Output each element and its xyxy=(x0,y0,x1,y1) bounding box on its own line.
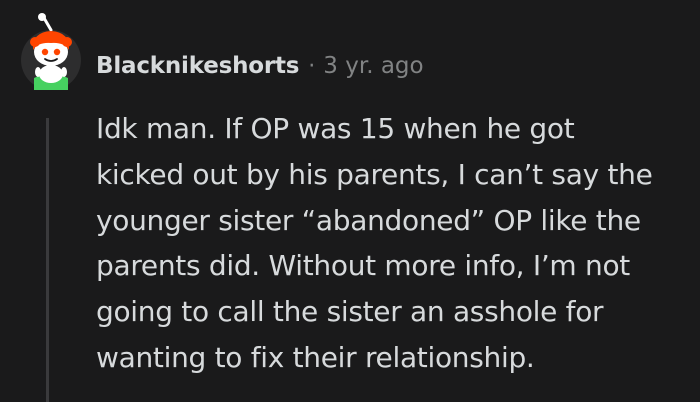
comment-timestamp[interactable]: 3 yr. ago xyxy=(323,53,423,79)
thread-collapse-line[interactable] xyxy=(46,118,49,402)
comment-body-line: going to call the sister an asshole for xyxy=(96,295,604,329)
comment: Blacknikeshorts · 3 yr. ago Idk man. If … xyxy=(0,0,700,402)
comment-body-line: younger sister “abandoned” OP like the xyxy=(96,203,641,237)
meta-separator: · xyxy=(308,53,316,79)
snoo-avatar-icon[interactable] xyxy=(18,12,84,90)
comment-body-line: kicked out by his parents, I can’t say t… xyxy=(96,157,653,191)
comment-meta: Blacknikeshorts · 3 yr. ago xyxy=(96,46,424,86)
comment-body-line: wanting to fix their relationship. xyxy=(96,340,535,374)
username-link[interactable]: Blacknikeshorts xyxy=(96,53,299,79)
comment-body-line: parents did. Without more info, I’m not xyxy=(96,249,630,283)
comment-body: Idk man. If OP was 15 when he got kicked… xyxy=(96,106,686,381)
comment-body-line: Idk man. If OP was 15 when he got xyxy=(96,112,575,145)
